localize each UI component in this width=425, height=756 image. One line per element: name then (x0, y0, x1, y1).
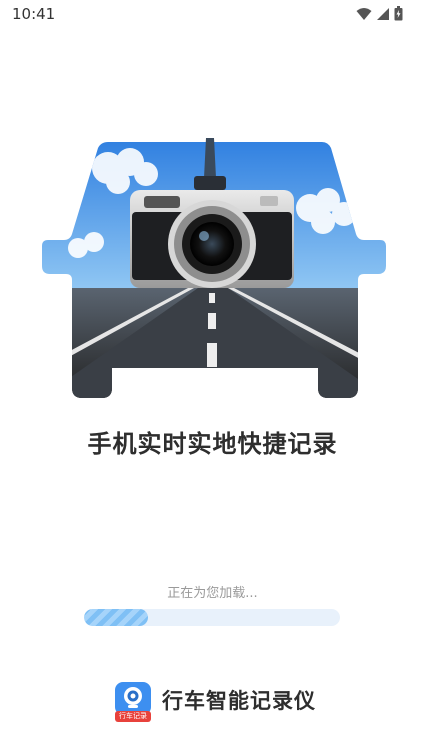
car-camera-illustration (42, 138, 386, 398)
dashcam-app-logo-icon: 行车记录 (114, 681, 152, 722)
app-name: 行车智能记录仪 (162, 689, 316, 713)
loading-progress-fill (84, 609, 148, 626)
status-icons (356, 6, 403, 21)
signal-icon (377, 7, 389, 20)
status-bar: 10:41 (0, 0, 425, 30)
loading-text: 正在为您加载... (167, 586, 258, 601)
status-time: 10:41 (12, 5, 56, 23)
battery-icon (394, 6, 403, 21)
slogan: 手机实时实地快捷记录 (87, 430, 338, 458)
loading-progress-bar (84, 609, 340, 626)
logo-tag: 行车记录 (115, 711, 151, 722)
hero-illustration (38, 138, 388, 400)
app-brand: 行车记录 行车智能记录仪 (114, 680, 316, 722)
wifi-icon (356, 7, 372, 20)
